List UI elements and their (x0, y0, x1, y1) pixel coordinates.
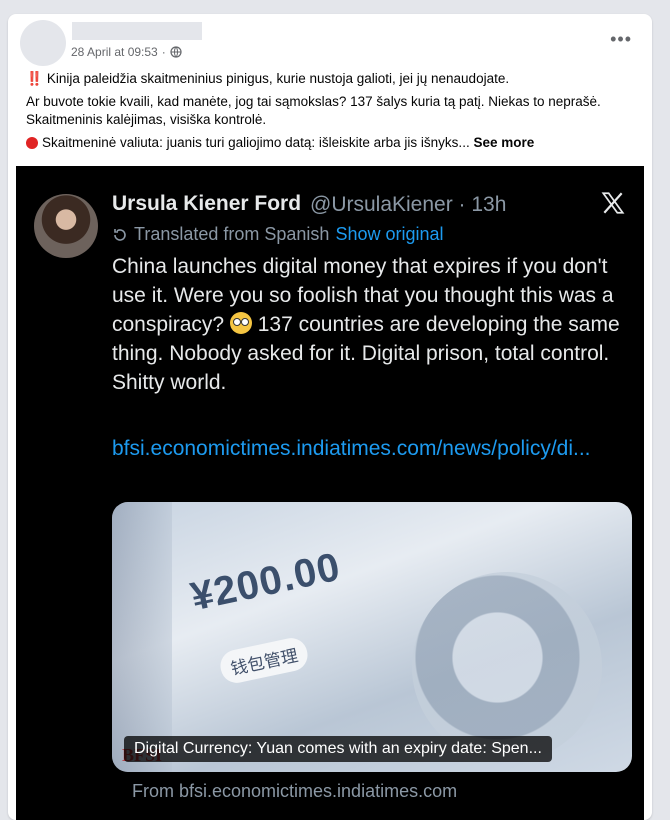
banknote-amount: ¥200.00 (186, 544, 345, 620)
tweet-screenshot: Ursula Kiener Ford @UrsulaKiener · 13h T… (16, 166, 644, 820)
post-line-3: Skaitmeninė valiuta: juanis turi galioji… (26, 134, 636, 152)
post-text: ‼️ Kinija paleidžia skaitmeninius pinigus… (26, 70, 636, 157)
page-background: 28 April at 09:53 · ••• ‼️ Kinija paleidž… (0, 0, 670, 820)
show-original-link: Show original (335, 224, 444, 244)
tweet-handle-time: @UrsulaKiener · 13h (310, 193, 507, 216)
link-card-caption: Digital Currency: Yuan comes with an exp… (124, 736, 552, 762)
translation-row: Translated from Spanish Show original (112, 224, 444, 245)
tweet-author-avatar (34, 194, 98, 258)
more-options-icon[interactable]: ••• (610, 30, 632, 48)
tweet-link: bfsi.economictimes.indiatimes.com/news/p… (112, 437, 591, 460)
link-card-image: ¥200.00 钱包管理 BFSI Digital Currency: Yuan… (112, 502, 632, 772)
image-blur (112, 502, 172, 772)
post-line-1: ‼️ Kinija paleidžia skaitmeninius pinigus… (26, 71, 510, 86)
x-logo-icon (601, 192, 625, 214)
red-circle-icon (26, 137, 38, 149)
translate-icon (114, 228, 126, 241)
emoji-icon (229, 312, 252, 334)
author-name-redacted[interactable] (72, 22, 202, 40)
post-meta: 28 April at 09:53 · (71, 45, 182, 59)
tweet-author-name: Ursula Kiener Ford (112, 192, 302, 215)
double-exclamation-icon: ‼️ (26, 71, 43, 86)
post-timestamp[interactable]: 28 April at 09:53 (71, 45, 158, 59)
wallet-chip: 钱包管理 (217, 635, 311, 686)
link-source: From bfsi.economictimes.indiatimes.com (132, 781, 458, 801)
translated-label: Translated from Spanish (134, 224, 330, 244)
meta-separator: · (161, 45, 166, 59)
author-avatar[interactable] (20, 20, 66, 66)
tweet-body: China launches digital money that expire… (112, 255, 620, 394)
banknote-portrait (412, 572, 602, 762)
globe-icon[interactable] (170, 46, 182, 58)
post-line-2: Ar buvote tokie kvaili, kad manėte, jog … (26, 94, 601, 127)
see-more-link[interactable]: See more (473, 135, 534, 150)
facebook-post: 28 April at 09:53 · ••• ‼️ Kinija paleidž… (8, 14, 652, 820)
